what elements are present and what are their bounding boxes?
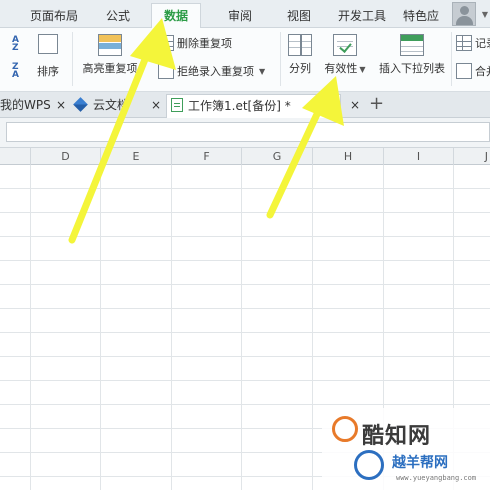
menu-special[interactable]: 特色应 <box>403 6 439 26</box>
column-header-i[interactable]: I <box>384 148 454 165</box>
menu-formula[interactable]: 公式 <box>106 6 130 26</box>
record-icon <box>456 35 472 51</box>
tab-workbook[interactable]: 工作簿1.et[备份] * <box>166 94 341 118</box>
validity-label: 有效性 <box>324 62 358 75</box>
menu-bar: 页面布局 公式 数据 审阅 视图 开发工具 特色应 ▼ <box>0 0 490 29</box>
watermark-wifi-icon <box>354 450 384 480</box>
merge-button[interactable]: 合并 <box>456 62 490 80</box>
ribbon-separator <box>451 32 452 86</box>
column-header-f[interactable]: F <box>172 148 242 165</box>
chevron-down-icon[interactable]: ▼ <box>259 67 265 76</box>
menu-view[interactable]: 视图 <box>287 6 311 26</box>
watermark-main-text: 酷知网 <box>362 424 432 449</box>
watermark-url: www.yueyangbang.com <box>396 474 477 482</box>
merge-label: 合并 <box>475 65 490 78</box>
avatar-chevron-down-icon[interactable]: ▼ <box>482 10 488 19</box>
menu-page-layout[interactable]: 页面布局 <box>30 6 78 26</box>
tab-my-wps[interactable]: 我的WPS <box>0 94 51 118</box>
column-header-e[interactable]: E <box>101 148 172 165</box>
tab-workbook-label: 工作簿1.et[备份] * <box>188 99 291 113</box>
new-tab-plus-icon[interactable]: + <box>369 93 384 114</box>
highlight-duplicates-label: 高亮重复项 <box>82 62 138 75</box>
close-icon[interactable]: × <box>151 94 161 118</box>
menu-data[interactable]: 数据 <box>151 3 202 29</box>
reject-duplicates-label: 拒绝录入重复项 <box>177 65 254 78</box>
validity-button[interactable]: 有效性 ▼ <box>320 34 370 76</box>
insert-dropdown-icon <box>400 34 424 56</box>
insert-dropdown-list-button[interactable]: 插入下拉列表 <box>374 34 450 76</box>
highlight-duplicates-button[interactable]: 高亮重复项 <box>80 34 140 76</box>
column-headers: D E F G H I J <box>0 148 490 165</box>
split-columns-label: 分列 <box>289 62 311 75</box>
sort-label: 排序 <box>37 65 59 78</box>
close-icon[interactable]: × <box>350 94 360 118</box>
delete-duplicates-label: 删除重复项 <box>177 37 232 50</box>
sort-button[interactable]: ZA 排序 <box>12 62 59 80</box>
validity-icon <box>333 34 357 56</box>
user-avatar-icon[interactable] <box>452 2 476 26</box>
avatar-body <box>456 16 473 25</box>
highlight-duplicates-icon <box>98 34 122 56</box>
ribbon-data: AZ ZA 排序 高亮重复项 删除重复项 拒绝录入重复项 ▼ 分列 有效性 ▼ 插… <box>0 28 490 92</box>
tab-cloud-docs[interactable]: 云文档 <box>73 94 130 118</box>
delete-duplicates-button[interactable]: 删除重复项 <box>158 34 232 52</box>
column-header-j[interactable]: J <box>454 148 490 165</box>
watermark-sub-text: 越羊帮网 <box>392 455 448 471</box>
formula-input[interactable] <box>6 122 490 142</box>
record-button[interactable]: 记录 <box>456 34 490 52</box>
sort-az-icon-button[interactable] <box>38 34 58 57</box>
close-icon[interactable]: × <box>56 94 66 118</box>
sort-icon: AZ <box>12 35 19 53</box>
delete-duplicates-icon <box>158 35 174 51</box>
column-header-partial[interactable] <box>0 148 31 165</box>
watermark-badge-icon <box>332 416 358 442</box>
tab-my-wps-label: 我的WPS <box>0 98 51 112</box>
menu-developer-tools[interactable]: 开发工具 <box>338 6 386 26</box>
split-columns-button[interactable]: 分列 <box>284 34 316 76</box>
column-header-h[interactable]: H <box>313 148 384 165</box>
reject-duplicates-button[interactable]: 拒绝录入重复项 ▼ <box>158 62 265 80</box>
column-header-g[interactable]: G <box>242 148 313 165</box>
tab-cloud-docs-label: 云文档 <box>93 98 130 112</box>
validity-chevron-down-icon[interactable]: ▼ <box>359 65 365 74</box>
sort-az-icon <box>38 34 58 54</box>
column-header-d[interactable]: D <box>31 148 101 165</box>
insert-dropdown-label: 插入下拉列表 <box>379 62 445 75</box>
avatar-head <box>460 6 469 15</box>
merge-icon <box>456 63 472 79</box>
reject-duplicates-icon <box>158 63 174 79</box>
record-label: 记录 <box>475 37 490 50</box>
ribbon-separator <box>280 32 281 86</box>
document-tabs: 我的WPS × 云文档 × 工作簿1.et[备份] * × + <box>0 92 490 118</box>
cloud-doc-icon <box>73 97 88 112</box>
menu-review[interactable]: 审阅 <box>228 6 252 26</box>
formula-bar <box>0 118 490 148</box>
split-columns-icon <box>288 34 312 56</box>
sheet-file-icon <box>171 98 183 112</box>
sort-za-icon: ZA <box>12 62 19 80</box>
sort-ascending-button[interactable]: AZ <box>12 36 24 55</box>
watermark-logo: 酷知网 越羊帮网 www.yueyangbang.com <box>322 408 490 490</box>
ribbon-separator <box>72 32 73 86</box>
